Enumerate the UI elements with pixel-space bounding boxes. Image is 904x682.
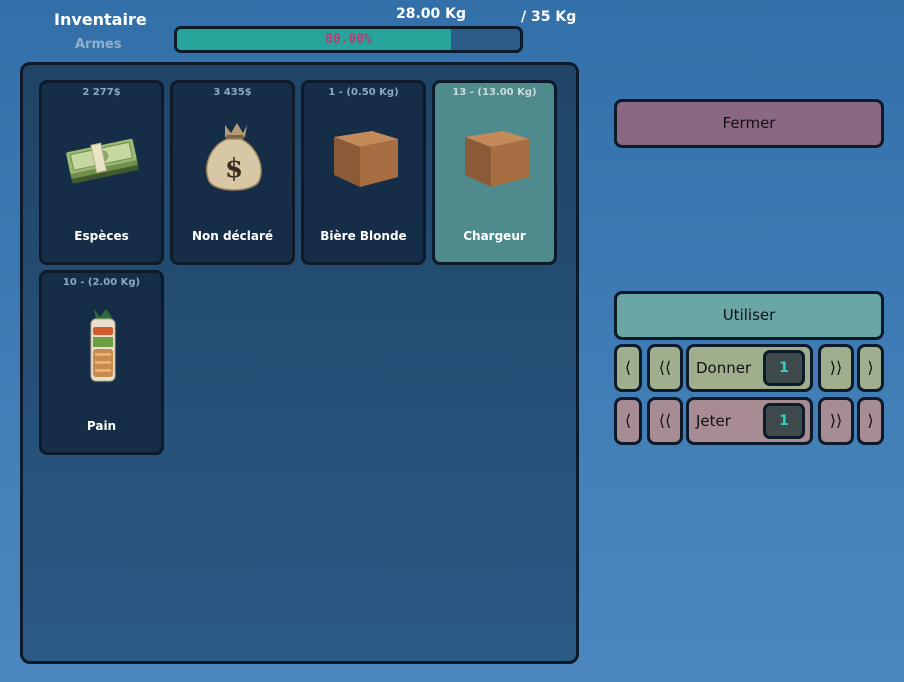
inventory-slot-bread[interactable]: 10 - (2.00 Kg) Pain — [39, 270, 164, 455]
slot-quantity: 13 - (13.00 Kg) — [452, 87, 537, 98]
slot-item-name: Bière Blonde — [320, 229, 407, 243]
slot-item-name: Non déclaré — [191, 229, 274, 243]
bread-bag-icon — [90, 309, 116, 382]
money-bag-icon: $ — [206, 123, 262, 191]
inventory-slot-undeclared-money[interactable]: 3 435$ $ Non déclaré — [170, 80, 295, 265]
slot-quantity: 10 - (2.00 Kg) — [62, 277, 141, 288]
use-button[interactable]: Utiliser — [614, 291, 884, 340]
inventory-slot-beer[interactable]: 1 - (0.50 Kg) Bière Blonde — [301, 80, 426, 265]
cardboard-box-icon — [465, 131, 529, 187]
cash-stack-icon — [66, 138, 139, 184]
weight-progress-label: 80.00% — [325, 32, 372, 47]
weight-max: / 35 Kg — [521, 9, 577, 25]
drop-increase-fast-button[interactable]: ⟩⟩ — [818, 397, 854, 445]
slot-quantity: 1 - (0.50 Kg) — [328, 87, 399, 98]
slot-item-name: Espèces — [74, 229, 129, 243]
give-increase-fast-button[interactable]: ⟩⟩ — [818, 344, 854, 392]
inventory-slot-cash[interactable]: 2 277$ Espèces — [39, 80, 164, 265]
weight-progress-bar: 80.00% — [174, 26, 523, 53]
inventory-slot-magazine[interactable]: 13 - (13.00 Kg) Chargeur — [432, 80, 557, 265]
inventory-panel: 2 277$ Espèces 3 435$ $ Non déclaré 1 - — [20, 62, 579, 664]
drop-increase-button[interactable]: ⟩ — [857, 397, 884, 445]
give-label[interactable]: Donner — [696, 359, 751, 377]
give-control[interactable]: Donner 1 — [686, 344, 813, 392]
drop-decrease-button[interactable]: ⟨ — [614, 397, 642, 445]
weight-current: 28.00 Kg — [396, 6, 467, 22]
give-quantity-input[interactable]: 1 — [763, 350, 805, 386]
slot-item-name: Chargeur — [463, 229, 526, 243]
close-button[interactable]: Fermer — [614, 99, 884, 148]
slot-quantity: 2 277$ — [82, 87, 121, 98]
svg-text:$: $ — [225, 154, 243, 184]
drop-label[interactable]: Jeter — [696, 412, 731, 430]
inventory-title: Inventaire — [54, 10, 147, 29]
inventory-category[interactable]: Armes — [75, 37, 122, 52]
drop-quantity-input[interactable]: 1 — [763, 403, 805, 439]
drop-control[interactable]: Jeter 1 — [686, 397, 813, 445]
slot-quantity: 3 435$ — [213, 87, 252, 98]
cardboard-box-icon — [334, 131, 398, 187]
drop-decrease-fast-button[interactable]: ⟨⟨ — [647, 397, 683, 445]
slot-item-name: Pain — [86, 419, 117, 433]
give-decrease-fast-button[interactable]: ⟨⟨ — [647, 344, 683, 392]
give-decrease-button[interactable]: ⟨ — [614, 344, 642, 392]
give-increase-button[interactable]: ⟩ — [857, 344, 884, 392]
